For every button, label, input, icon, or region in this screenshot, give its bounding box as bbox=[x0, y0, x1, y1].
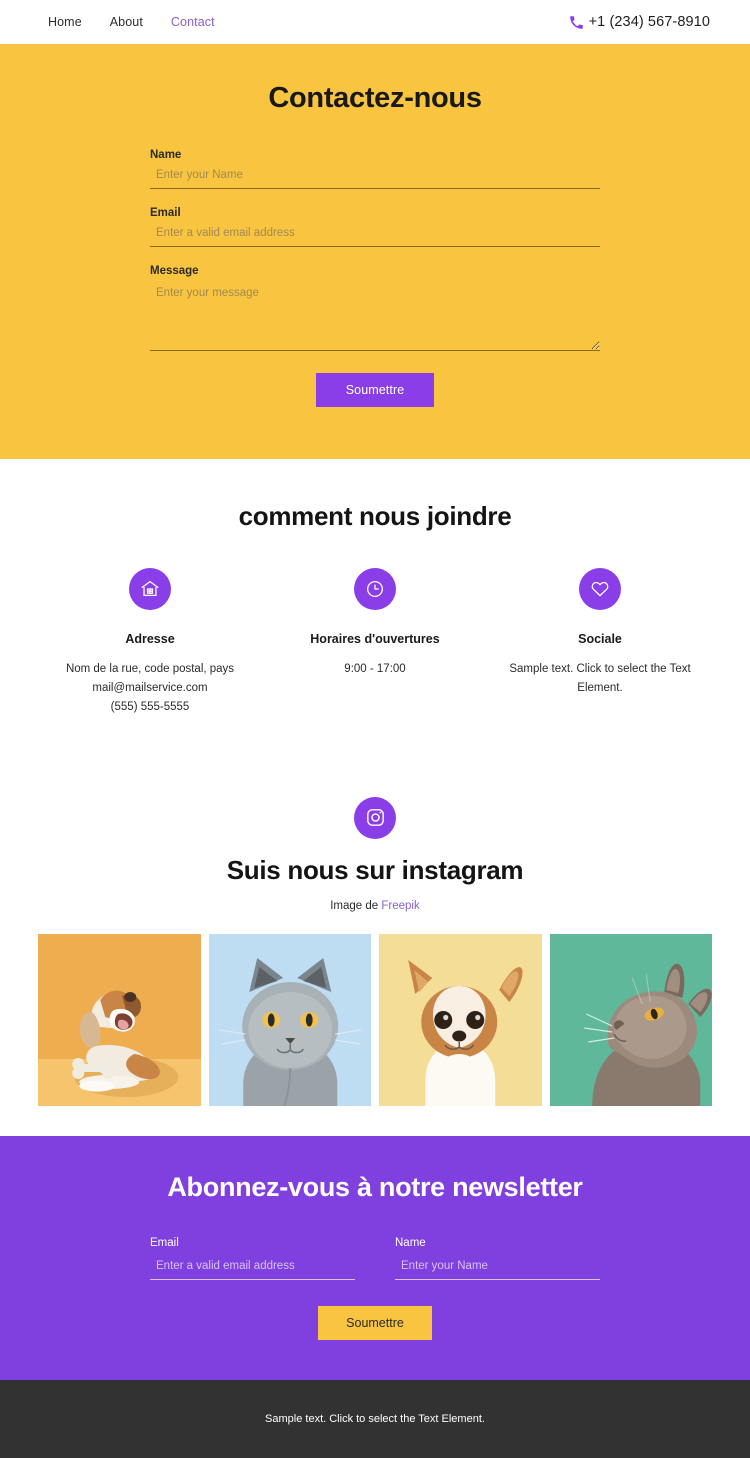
contact-name-field: Name bbox=[150, 149, 600, 189]
newsletter-name-input[interactable] bbox=[395, 1257, 600, 1280]
reach-text-address: Nom de la rue, code postal, pays mail@ma… bbox=[46, 660, 255, 717]
instagram-icon-wrap bbox=[0, 796, 750, 839]
gallery-image-brown-cat[interactable] bbox=[549, 933, 712, 1106]
newsletter-name-label: Name bbox=[395, 1236, 426, 1249]
reach-heading-hours: Horaires d'ouvertures bbox=[310, 632, 440, 646]
header-phone[interactable]: +1 (234) 567-8910 bbox=[569, 14, 710, 30]
reach-text-hours: 9:00 - 17:00 bbox=[271, 660, 480, 679]
site-footer: Sample text. Click to select the Text El… bbox=[0, 1379, 750, 1458]
reach-text-social: Sample text. Click to select the Text El… bbox=[496, 660, 705, 698]
instagram-credit-prefix: Image de bbox=[330, 899, 382, 912]
contact-email-input[interactable] bbox=[150, 225, 600, 247]
reach-heading-address: Adresse bbox=[125, 632, 175, 646]
address-street: Nom de la rue, code postal, pays bbox=[65, 663, 235, 675]
gallery-image-chihuahua-dog[interactable] bbox=[379, 933, 542, 1106]
contact-submit-button[interactable]: Soumettre bbox=[315, 373, 435, 407]
contact-form: Name Email Message Soumettre bbox=[150, 149, 600, 407]
heart-icon bbox=[579, 568, 621, 610]
social-description: Sample text. Click to select the Text El… bbox=[509, 663, 691, 694]
address-phone: (555) 555-5555 bbox=[110, 700, 190, 713]
contact-section: Contactez-nous Name Email Message Soumet… bbox=[0, 44, 750, 459]
reach-heading-social: Sociale bbox=[578, 632, 622, 646]
contact-submit-row: Soumettre bbox=[150, 373, 600, 407]
newsletter-submit-row: Soumettre bbox=[0, 1305, 750, 1340]
instagram-gallery bbox=[0, 933, 750, 1106]
clock-icon bbox=[354, 568, 396, 610]
newsletter-email-field: Email bbox=[150, 1237, 355, 1280]
freepik-link[interactable]: Freepik bbox=[381, 900, 419, 912]
newsletter-email-input[interactable] bbox=[150, 1257, 355, 1280]
gallery-image-grey-cat[interactable] bbox=[208, 933, 371, 1106]
contact-message-field: Message bbox=[150, 265, 600, 351]
contact-message-label: Message bbox=[150, 265, 199, 277]
newsletter-section: Abonnez-vous à notre newsletter Email Na… bbox=[0, 1135, 750, 1380]
reach-section: comment nous joindre Adresse Nom de la r… bbox=[0, 459, 750, 771]
reach-column-hours: Horaires d'ouvertures 9:00 - 17:00 bbox=[263, 568, 488, 679]
instagram-icon[interactable] bbox=[354, 796, 396, 839]
instagram-title: Suis nous sur instagram bbox=[226, 854, 524, 885]
contact-name-label: Name bbox=[150, 149, 182, 161]
house-icon bbox=[129, 568, 171, 610]
newsletter-email-label: Email bbox=[150, 1236, 179, 1249]
phone-number: +1 (234) 567-8910 bbox=[588, 14, 710, 30]
address-email: mail@mailservice.com bbox=[92, 681, 208, 694]
phone-icon bbox=[569, 15, 584, 30]
reach-column-address: Adresse Nom de la rue, code postal, pays… bbox=[38, 568, 263, 717]
contact-message-input[interactable] bbox=[150, 283, 600, 351]
reach-column-social: Sociale Sample text. Click to select the… bbox=[488, 568, 713, 698]
main-navigation: Home About Contact bbox=[48, 15, 215, 29]
instagram-credit: Image de Freepik bbox=[0, 900, 750, 912]
instagram-section: Suis nous sur instagram Image de Freepik bbox=[0, 770, 750, 1106]
newsletter-title: Abonnez-vous à notre newsletter bbox=[167, 1171, 583, 1202]
newsletter-fields: Email Name bbox=[0, 1237, 750, 1280]
nav-item-home[interactable]: Home bbox=[48, 15, 82, 29]
gallery-image-beagle-dog[interactable] bbox=[38, 933, 201, 1106]
newsletter-submit-button[interactable]: Soumettre bbox=[318, 1305, 432, 1340]
contact-email-field: Email bbox=[150, 207, 600, 247]
hours-value: 9:00 - 17:00 bbox=[344, 663, 406, 675]
reach-columns: Adresse Nom de la rue, code postal, pays… bbox=[0, 568, 750, 717]
nav-item-about[interactable]: About bbox=[110, 15, 143, 29]
reach-title: comment nous joindre bbox=[238, 501, 512, 531]
site-header: Home About Contact +1 (234) 567-8910 bbox=[0, 0, 750, 44]
footer-text: Sample text. Click to select the Text El… bbox=[265, 1412, 485, 1425]
newsletter-name-field: Name bbox=[395, 1237, 600, 1280]
contact-name-input[interactable] bbox=[150, 167, 600, 189]
contact-email-label: Email bbox=[150, 207, 181, 219]
nav-item-contact[interactable]: Contact bbox=[171, 15, 215, 29]
contact-title: Contactez-nous bbox=[268, 82, 482, 114]
